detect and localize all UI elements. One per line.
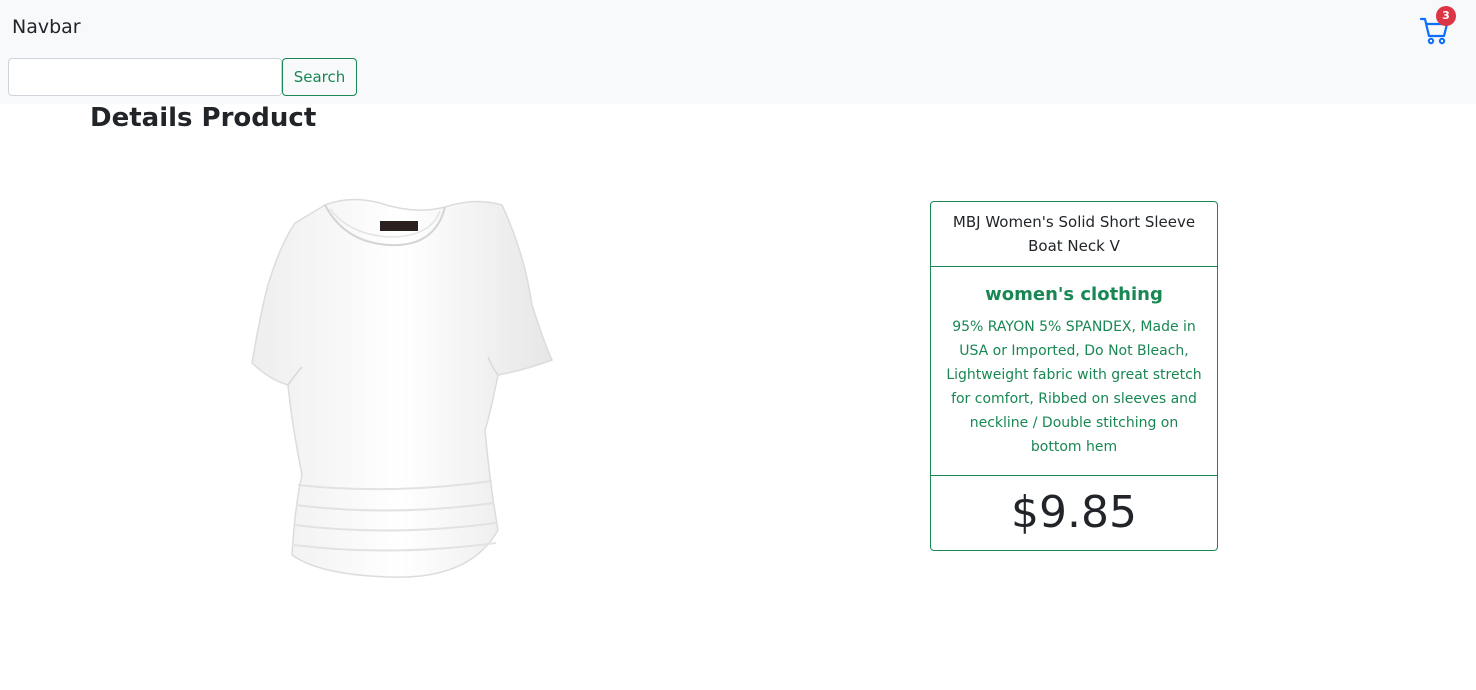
product-description: 95% RAYON 5% SPANDEX, Made in USA or Imp… [946,319,1202,455]
navbar: Navbar Search 3 [0,0,1476,104]
product-info: women's clothing 95% RAYON 5% SPANDEX, M… [931,267,1217,476]
product-category: women's clothing [985,284,1163,305]
product-image [251,198,554,578]
search-button[interactable]: Search [282,58,357,96]
product-details-card: MBJ Women's Solid Short Sleeve Boat Neck… [930,201,1218,551]
search-input[interactable] [8,58,282,96]
product-price: $9.85 [1011,487,1137,538]
cart-button[interactable]: 3 [1418,6,1456,46]
product-title: MBJ Women's Solid Short Sleeve Boat Neck… [931,202,1217,267]
page-title: Details Product [90,103,317,133]
navbar-brand[interactable]: Navbar [12,16,81,38]
cart-count-badge: 3 [1436,6,1456,26]
